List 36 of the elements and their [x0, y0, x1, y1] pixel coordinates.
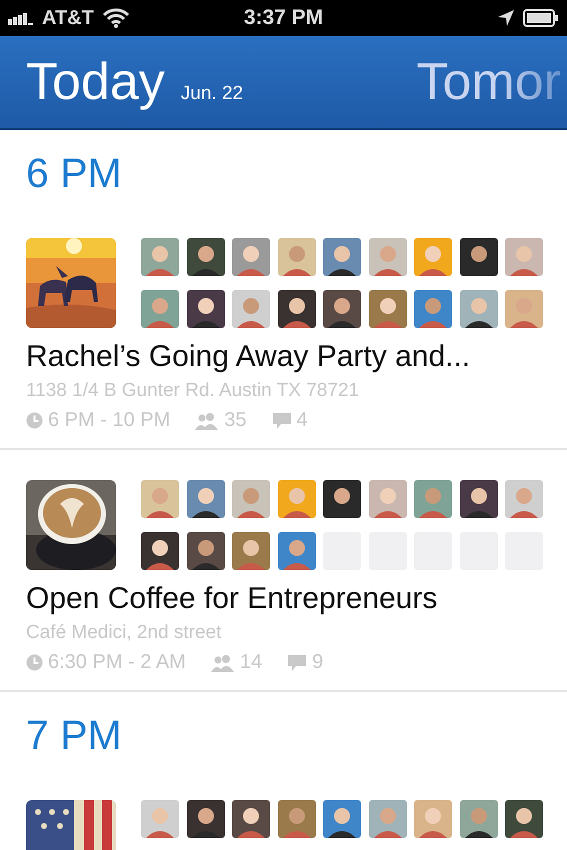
- avatar[interactable]: [186, 800, 224, 838]
- carrier-name: AT&T: [42, 6, 94, 30]
- avatar[interactable]: [278, 290, 316, 328]
- status-time: 3:37 PM: [244, 6, 324, 30]
- avatar[interactable]: [186, 238, 224, 276]
- event-title[interactable]: Open Coffee for Entrepreneurs: [26, 582, 545, 616]
- day-tab[interactable]: Today: [26, 52, 165, 112]
- hour-heading: 6 PM: [25, 149, 123, 198]
- clock-icon: [26, 412, 43, 429]
- avatar[interactable]: [460, 290, 498, 328]
- day-date: Jun. 22: [180, 83, 244, 105]
- avatar[interactable]: [186, 480, 224, 518]
- battery-icon: [523, 9, 559, 27]
- avatar[interactable]: [323, 800, 361, 838]
- avatar[interactable]: [505, 800, 543, 838]
- comment-icon: [272, 412, 292, 430]
- avatar[interactable]: [232, 800, 270, 838]
- avatar[interactable]: [323, 290, 361, 328]
- avatar[interactable]: [323, 238, 361, 276]
- day-tab[interactable]: Tomor: [416, 52, 567, 112]
- avatar[interactable]: [460, 480, 498, 518]
- avatar[interactable]: [186, 290, 224, 328]
- event-title[interactable]: Rachel’s Going Away Party and...: [26, 340, 545, 374]
- location-arrow-icon: [497, 9, 515, 27]
- wifi-icon: [102, 8, 130, 28]
- people-icon: [195, 412, 220, 430]
- avatar[interactable]: [186, 532, 224, 570]
- avatar[interactable]: [460, 238, 498, 276]
- signal-icon: [8, 11, 34, 25]
- avatar[interactable]: [460, 800, 498, 838]
- avatar[interactable]: [323, 480, 361, 518]
- hour-heading: 7 PM: [25, 711, 123, 760]
- people-icon: [210, 654, 235, 672]
- comment-icon: [287, 654, 308, 672]
- clock-icon: [26, 654, 43, 671]
- avatar[interactable]: [141, 532, 179, 570]
